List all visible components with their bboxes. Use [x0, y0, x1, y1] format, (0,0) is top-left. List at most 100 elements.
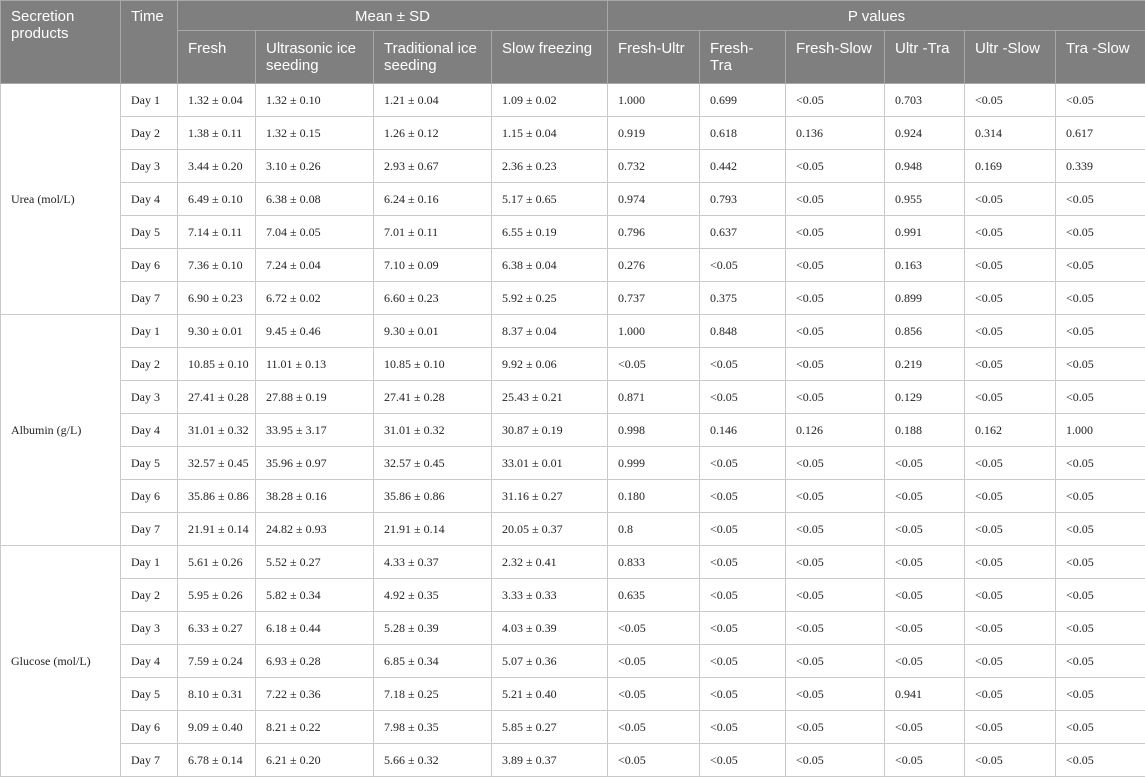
value-cell: 6.90 ± 0.23: [178, 282, 256, 315]
table-row: Day 33.44 ± 0.203.10 ± 0.262.93 ± 0.672.…: [1, 150, 1145, 183]
table-row: Day 327.41 ± 0.2827.88 ± 0.1927.41 ± 0.2…: [1, 381, 1145, 414]
table-row: Day 25.95 ± 0.265.82 ± 0.344.92 ± 0.353.…: [1, 579, 1145, 612]
value-cell: <0.05: [700, 348, 786, 381]
value-cell: 21.91 ± 0.14: [178, 513, 256, 546]
value-cell: <0.05: [1056, 249, 1145, 282]
value-cell: 0.703: [885, 84, 965, 117]
value-cell: <0.05: [965, 381, 1056, 414]
value-cell: <0.05: [700, 645, 786, 678]
value-cell: <0.05: [965, 546, 1056, 579]
value-cell: 0.163: [885, 249, 965, 282]
value-cell: <0.05: [965, 282, 1056, 315]
value-cell: <0.05: [1056, 711, 1145, 744]
value-cell: <0.05: [965, 480, 1056, 513]
value-cell: 6.38 ± 0.04: [492, 249, 608, 282]
value-cell: <0.05: [965, 315, 1056, 348]
value-cell: 1.09 ± 0.02: [492, 84, 608, 117]
value-cell: 5.95 ± 0.26: [178, 579, 256, 612]
value-cell: <0.05: [1056, 678, 1145, 711]
value-cell: 6.18 ± 0.44: [256, 612, 374, 645]
value-cell: <0.05: [1056, 447, 1145, 480]
value-cell: 0.146: [700, 414, 786, 447]
table-row: Day 36.33 ± 0.276.18 ± 0.445.28 ± 0.394.…: [1, 612, 1145, 645]
value-cell: 5.07 ± 0.36: [492, 645, 608, 678]
value-cell: <0.05: [885, 711, 965, 744]
value-cell: <0.05: [965, 216, 1056, 249]
value-cell: 0.635: [608, 579, 700, 612]
value-cell: 1.32 ± 0.10: [256, 84, 374, 117]
value-cell: 0.793: [700, 183, 786, 216]
value-cell: <0.05: [608, 348, 700, 381]
value-cell: <0.05: [965, 249, 1056, 282]
value-cell: <0.05: [700, 678, 786, 711]
time-cell: Day 7: [121, 744, 178, 777]
value-cell: <0.05: [608, 678, 700, 711]
table-row: Day 69.09 ± 0.408.21 ± 0.227.98 ± 0.355.…: [1, 711, 1145, 744]
value-cell: 1.15 ± 0.04: [492, 117, 608, 150]
value-cell: 32.57 ± 0.45: [178, 447, 256, 480]
value-cell: 0.856: [885, 315, 965, 348]
value-cell: 5.28 ± 0.39: [374, 612, 492, 645]
value-cell: 32.57 ± 0.45: [374, 447, 492, 480]
value-cell: 35.86 ± 0.86: [178, 480, 256, 513]
value-cell: 0.737: [608, 282, 700, 315]
value-cell: 6.33 ± 0.27: [178, 612, 256, 645]
time-cell: Day 4: [121, 183, 178, 216]
value-cell: <0.05: [965, 678, 1056, 711]
value-cell: 6.21 ± 0.20: [256, 744, 374, 777]
product-cell: Albumin (g/L): [1, 315, 121, 546]
results-table: Secretion products Time Mean ± SD P valu…: [0, 0, 1145, 777]
header-tra-slow: Tra -Slow: [1056, 31, 1145, 84]
value-cell: 3.89 ± 0.37: [492, 744, 608, 777]
value-cell: 5.21 ± 0.40: [492, 678, 608, 711]
time-cell: Day 5: [121, 216, 178, 249]
value-cell: <0.05: [1056, 612, 1145, 645]
value-cell: <0.05: [608, 744, 700, 777]
value-cell: 7.10 ± 0.09: [374, 249, 492, 282]
value-cell: <0.05: [786, 84, 885, 117]
value-cell: <0.05: [786, 711, 885, 744]
value-cell: <0.05: [965, 711, 1056, 744]
value-cell: <0.05: [1056, 216, 1145, 249]
value-cell: 27.41 ± 0.28: [374, 381, 492, 414]
value-cell: <0.05: [1056, 579, 1145, 612]
value-cell: <0.05: [1056, 645, 1145, 678]
value-cell: 5.52 ± 0.27: [256, 546, 374, 579]
value-cell: 27.41 ± 0.28: [178, 381, 256, 414]
value-cell: 6.24 ± 0.16: [374, 183, 492, 216]
table-row: Day 210.85 ± 0.1011.01 ± 0.1310.85 ± 0.1…: [1, 348, 1145, 381]
table-row: Albumin (g/L)Day 19.30 ± 0.019.45 ± 0.46…: [1, 315, 1145, 348]
value-cell: 0.180: [608, 480, 700, 513]
value-cell: 1.000: [608, 315, 700, 348]
value-cell: 0.169: [965, 150, 1056, 183]
time-cell: Day 2: [121, 348, 178, 381]
value-cell: 0.732: [608, 150, 700, 183]
product-cell: Glucose (mol/L): [1, 546, 121, 777]
value-cell: 7.22 ± 0.36: [256, 678, 374, 711]
value-cell: 35.96 ± 0.97: [256, 447, 374, 480]
value-cell: 7.98 ± 0.35: [374, 711, 492, 744]
value-cell: <0.05: [1056, 282, 1145, 315]
value-cell: <0.05: [885, 513, 965, 546]
value-cell: 31.01 ± 0.32: [374, 414, 492, 447]
value-cell: 7.59 ± 0.24: [178, 645, 256, 678]
value-cell: <0.05: [1056, 480, 1145, 513]
header-traditional: Traditional ice seeding: [374, 31, 492, 84]
time-cell: Day 2: [121, 579, 178, 612]
value-cell: 3.44 ± 0.20: [178, 150, 256, 183]
table-header: Secretion products Time Mean ± SD P valu…: [1, 1, 1145, 84]
value-cell: 0.442: [700, 150, 786, 183]
value-cell: 27.88 ± 0.19: [256, 381, 374, 414]
table-row: Day 21.38 ± 0.111.32 ± 0.151.26 ± 0.121.…: [1, 117, 1145, 150]
value-cell: <0.05: [1056, 546, 1145, 579]
value-cell: 1.21 ± 0.04: [374, 84, 492, 117]
value-cell: <0.05: [885, 447, 965, 480]
value-cell: 1.000: [608, 84, 700, 117]
value-cell: 0.796: [608, 216, 700, 249]
value-cell: 21.91 ± 0.14: [374, 513, 492, 546]
value-cell: <0.05: [786, 315, 885, 348]
value-cell: 0.899: [885, 282, 965, 315]
value-cell: 2.32 ± 0.41: [492, 546, 608, 579]
value-cell: 11.01 ± 0.13: [256, 348, 374, 381]
time-cell: Day 4: [121, 645, 178, 678]
